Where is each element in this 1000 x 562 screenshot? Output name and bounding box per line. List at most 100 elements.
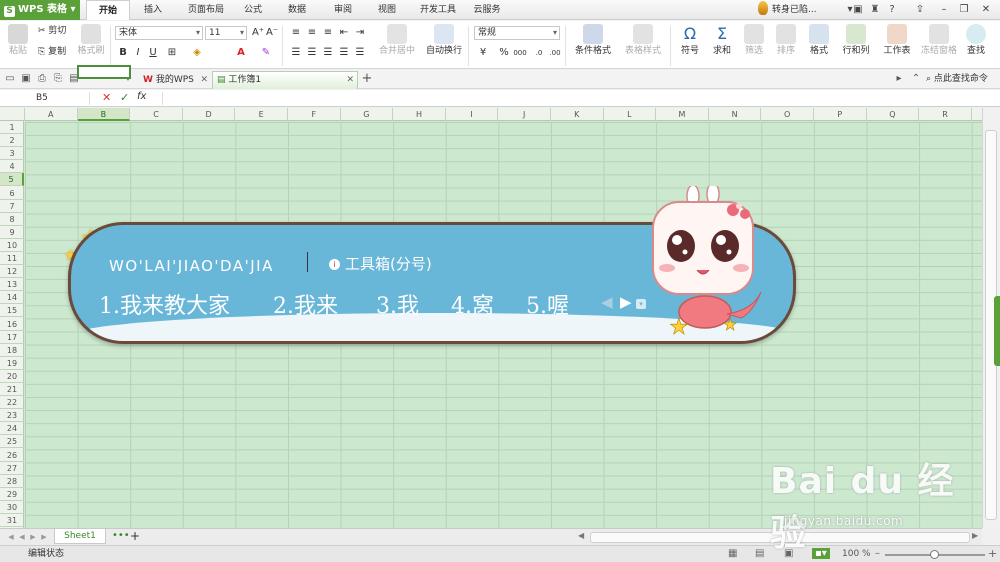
ime-candidate-3[interactable]: 3.我: [376, 288, 419, 320]
more-sheets-icon[interactable]: •••: [112, 530, 130, 541]
justify-icon[interactable]: ☰: [337, 46, 351, 60]
column-header[interactable]: G: [341, 108, 394, 121]
selected-cell-b5[interactable]: [77, 65, 131, 79]
tab-home[interactable]: 开始: [86, 0, 130, 20]
doc-tab-my-wps[interactable]: W 我的WPS ✕: [138, 71, 212, 89]
ime-toolbox-button[interactable]: i 工具箱(分号): [329, 253, 432, 274]
row-header[interactable]: 26: [0, 449, 24, 462]
page-layout-view-icon[interactable]: ▤: [755, 548, 764, 559]
distribute-icon[interactable]: ☰: [353, 46, 367, 60]
formula-input[interactable]: [162, 92, 998, 105]
minimize-icon[interactable]: –: [937, 3, 951, 17]
indent-right-icon[interactable]: ⇥: [353, 26, 367, 40]
upload-icon[interactable]: ⇪: [913, 3, 927, 17]
row-header[interactable]: 15: [0, 304, 24, 318]
save-icon[interactable]: ▣: [20, 73, 32, 85]
restore-icon[interactable]: ❐: [957, 3, 971, 17]
column-header[interactable]: I: [446, 108, 499, 121]
column-header[interactable]: J: [498, 108, 551, 121]
tab-developer[interactable]: 开发工具: [414, 0, 462, 20]
row-header[interactable]: 14: [0, 291, 24, 305]
column-header[interactable]: C: [130, 108, 183, 121]
column-header[interactable]: O: [761, 108, 814, 121]
zoom-in-icon[interactable]: +: [988, 547, 997, 560]
bold-button[interactable]: B: [116, 46, 130, 60]
column-header[interactable]: N: [709, 108, 762, 121]
row-header[interactable]: 24: [0, 422, 24, 436]
row-header[interactable]: 13: [0, 278, 24, 292]
next-sheet-icon[interactable]: ▶: [28, 532, 38, 542]
tab-review[interactable]: 审阅: [326, 0, 360, 20]
column-header[interactable]: B: [77, 108, 131, 121]
freeze-panes-button[interactable]: 冻结窗格: [920, 24, 958, 57]
clear-format-icon[interactable]: ✎: [259, 46, 273, 60]
row-header[interactable]: 18: [0, 344, 24, 357]
row-header[interactable]: 28: [0, 475, 24, 488]
find-button[interactable]: 查找: [962, 24, 990, 57]
column-header[interactable]: A: [25, 108, 78, 121]
close-tab-icon[interactable]: ✕: [346, 72, 354, 89]
align-middle-icon[interactable]: ≡: [305, 26, 319, 40]
sum-button[interactable]: Σ 求和: [708, 24, 736, 57]
last-sheet-icon[interactable]: ▶: [39, 532, 49, 542]
sheet-tab[interactable]: Sheet1: [54, 529, 106, 544]
row-header[interactable]: 16: [0, 318, 24, 331]
conditional-format-button[interactable]: 条件格式: [570, 24, 616, 57]
add-sheet-icon[interactable]: +: [130, 529, 140, 543]
ime-candidate-5[interactable]: 5.喔: [526, 288, 569, 320]
column-header[interactable]: K: [551, 108, 604, 121]
row-header[interactable]: 7: [0, 200, 24, 213]
row-header[interactable]: 27: [0, 462, 24, 475]
currency-icon[interactable]: ¥: [476, 46, 490, 60]
format-painter-button[interactable]: 格式刷: [76, 24, 106, 57]
decrease-decimal-icon[interactable]: .00: [548, 46, 562, 60]
open-icon[interactable]: ▭: [4, 73, 16, 85]
row-header[interactable]: 31: [0, 514, 24, 528]
row-header[interactable]: 23: [0, 409, 24, 423]
align-left-icon[interactable]: ☰: [289, 46, 303, 60]
shrink-font-icon[interactable]: A⁻: [265, 26, 279, 40]
row-header[interactable]: 22: [0, 396, 24, 410]
tab-insert[interactable]: 插入: [134, 0, 172, 20]
italic-button[interactable]: I: [131, 46, 145, 60]
symbol-button[interactable]: Ω 符号: [676, 24, 704, 57]
row-header[interactable]: 10: [0, 239, 24, 252]
row-header[interactable]: 6: [0, 187, 24, 200]
side-panel-handle[interactable]: [994, 296, 1000, 366]
row-header[interactable]: 9: [0, 226, 24, 239]
row-header[interactable]: 29: [0, 488, 24, 501]
wrap-text-button[interactable]: 自动换行: [424, 24, 464, 57]
column-header[interactable]: F: [288, 108, 341, 121]
font-size-select[interactable]: 11: [205, 26, 247, 40]
number-format-select[interactable]: 常规: [474, 26, 560, 40]
doc-tab-workbook1[interactable]: ▤ 工作簿1 ✕: [212, 71, 358, 89]
column-header[interactable]: E: [235, 108, 288, 121]
row-header[interactable]: 4: [0, 160, 24, 174]
row-header[interactable]: 19: [0, 357, 24, 370]
ime-candidate-2[interactable]: 2.我来: [273, 288, 338, 320]
paste-button[interactable]: 粘贴: [6, 24, 30, 57]
export-icon[interactable]: ⎙: [36, 73, 48, 85]
row-col-button[interactable]: 行和列: [838, 24, 874, 57]
border-icon[interactable]: ⊞: [165, 46, 179, 60]
row-header[interactable]: 11: [0, 252, 24, 266]
row-header[interactable]: 2: [0, 134, 24, 148]
column-header[interactable]: L: [604, 108, 657, 121]
row-header[interactable]: 25: [0, 435, 24, 449]
column-header[interactable]: R: [919, 108, 972, 121]
grow-font-icon[interactable]: A⁺: [251, 26, 265, 40]
align-top-icon[interactable]: ≡: [289, 26, 303, 40]
tab-page-layout[interactable]: 页面布局: [180, 0, 232, 20]
increase-decimal-icon[interactable]: .0: [532, 46, 546, 60]
tab-view[interactable]: 视图: [370, 0, 404, 20]
underline-button[interactable]: U: [146, 46, 160, 60]
column-header[interactable]: H: [393, 108, 446, 121]
scroll-left-icon[interactable]: ◀: [578, 531, 584, 540]
row-header[interactable]: 21: [0, 383, 24, 397]
align-right-icon[interactable]: ☰: [321, 46, 335, 60]
insert-function-icon[interactable]: fx: [137, 91, 146, 102]
format-button[interactable]: 格式: [804, 24, 834, 57]
account-area[interactable]: 转身已陷...: [758, 0, 840, 20]
row-header[interactable]: 20: [0, 370, 24, 383]
confirm-edit-icon[interactable]: ✓: [120, 91, 129, 104]
